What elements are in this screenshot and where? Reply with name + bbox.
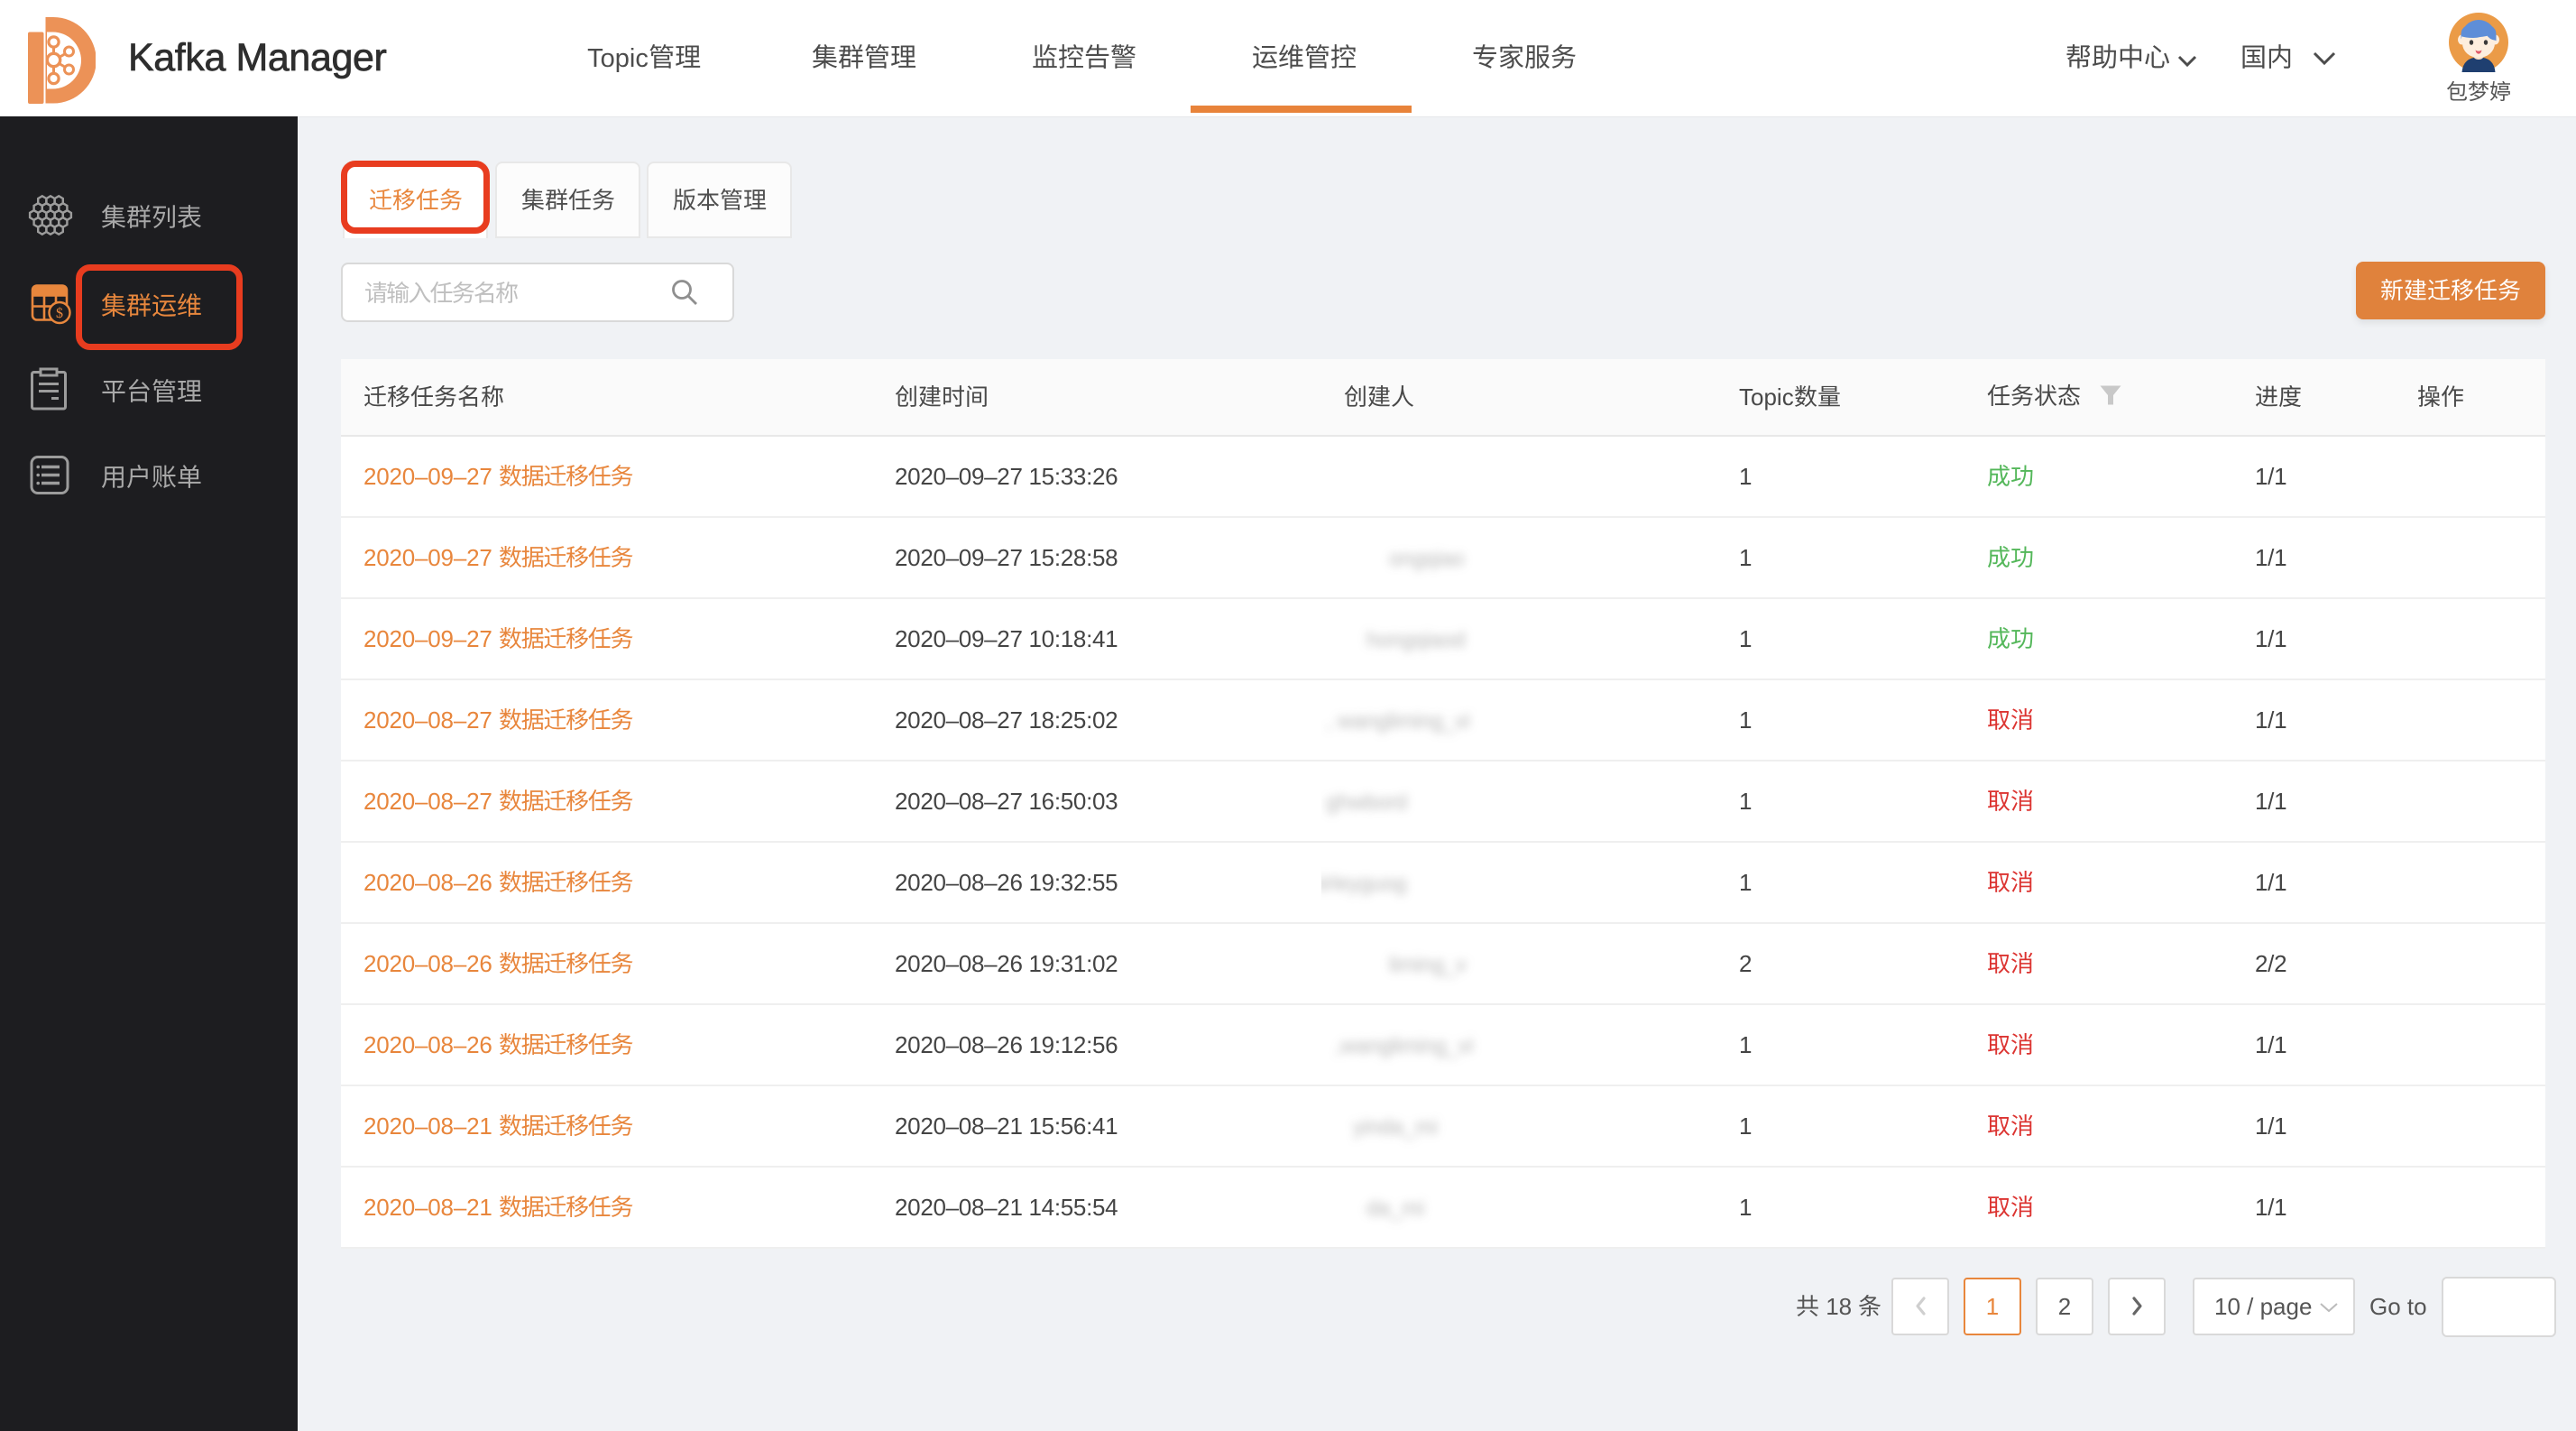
svg-text:$: $ [56,306,63,321]
